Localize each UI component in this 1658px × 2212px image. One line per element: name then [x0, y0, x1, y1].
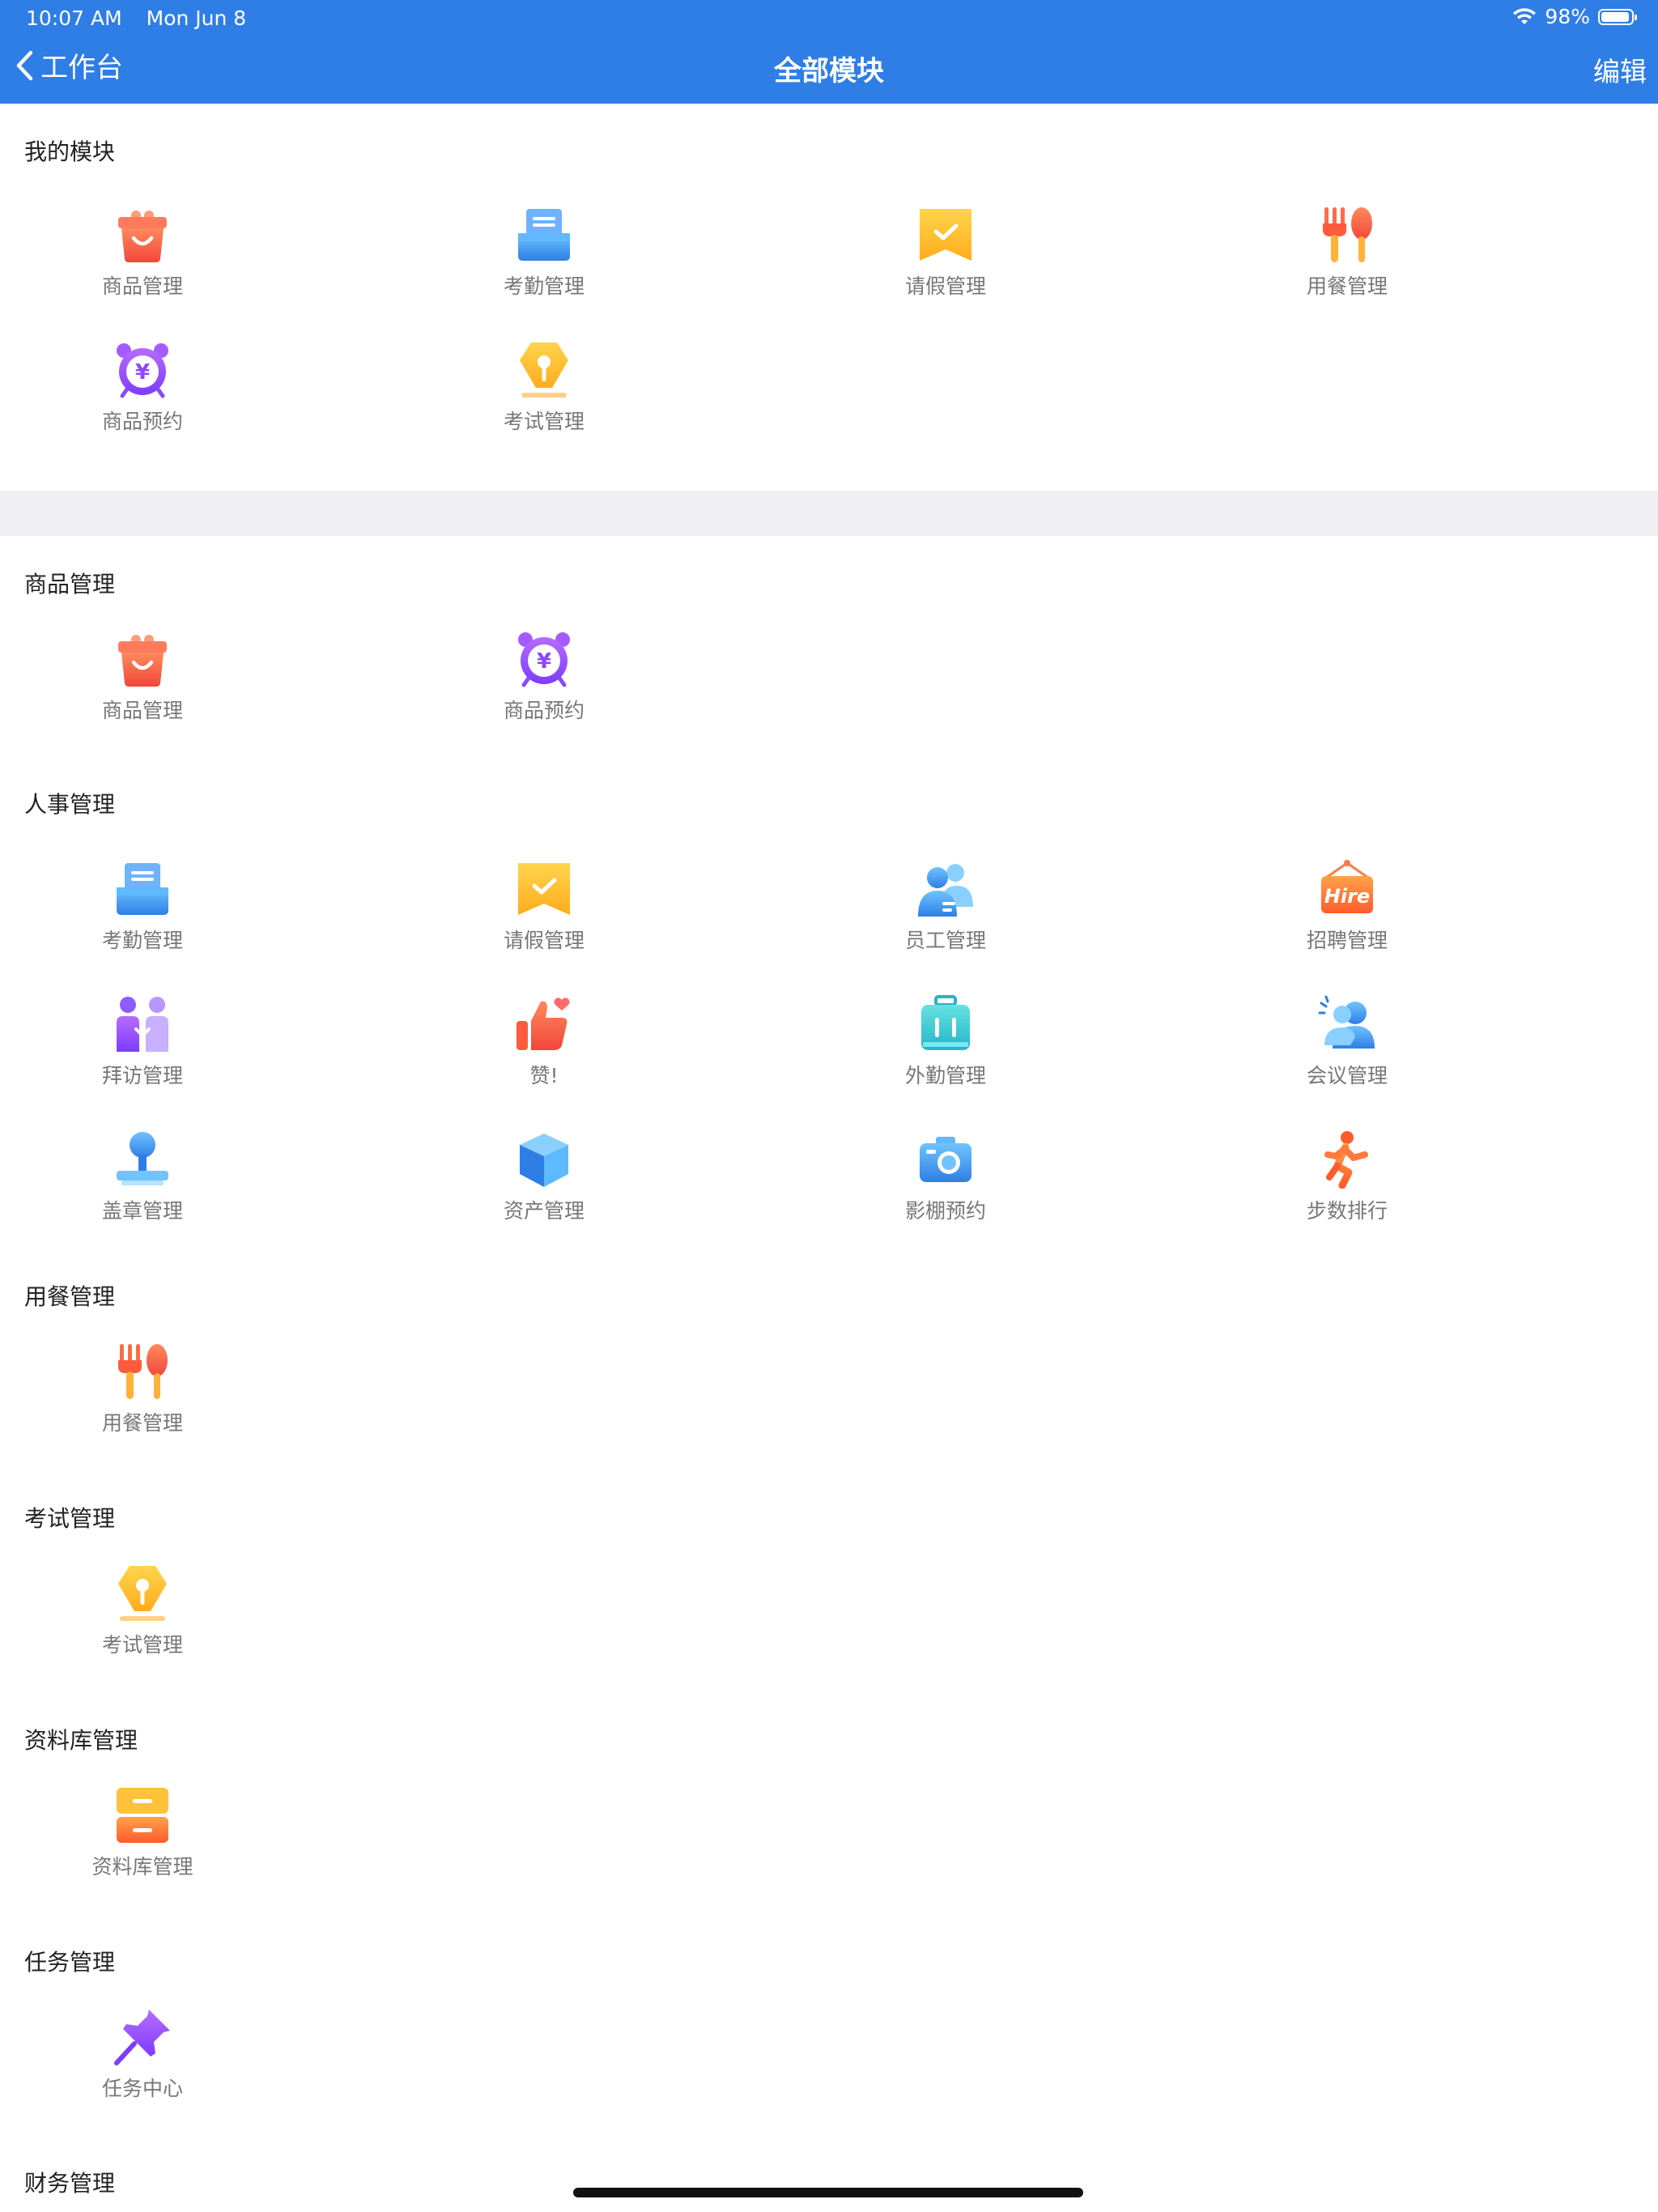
- section-title-goods: 商品管理: [24, 571, 116, 598]
- employees-icon: [916, 860, 975, 918]
- meeting-people-icon: [1318, 995, 1376, 1053]
- wifi-icon: [1513, 7, 1537, 24]
- file-cabinet-icon: [113, 1786, 172, 1844]
- module-label: 商品预约: [101, 410, 183, 433]
- running-person-icon: [1318, 1130, 1376, 1189]
- module-label: 请假管理: [904, 274, 986, 298]
- fork-spoon-icon: [1318, 206, 1376, 264]
- status-bar-left: 10:07 AM Mon Jun 8: [26, 6, 264, 30]
- cube-icon: [515, 1130, 573, 1189]
- module-label: 招聘管理: [1306, 929, 1388, 952]
- status-time: 10:07 AM: [26, 6, 122, 30]
- stamp-icon: [113, 1130, 172, 1189]
- module-item-visit-people[interactable]: 拜访管理: [62, 995, 223, 1089]
- module-item-thumbs-up[interactable]: 赞!: [463, 995, 625, 1089]
- suitcase-icon: [916, 995, 975, 1053]
- leave-ribbon-icon: [916, 206, 975, 264]
- yen-alarm-clock-icon: ¥: [113, 341, 172, 399]
- module-label: 外勤管理: [904, 1064, 986, 1087]
- section-divider: [0, 491, 1658, 536]
- battery-percent: 98%: [1545, 5, 1590, 28]
- pushpin-icon: [113, 2008, 172, 2066]
- module-item-running-person[interactable]: 步数排行: [1266, 1130, 1428, 1224]
- module-item-shopping-bag[interactable]: 商品管理: [62, 206, 223, 300]
- section-title-dining: 用餐管理: [24, 1283, 116, 1310]
- module-item-exam-pen-nib[interactable]: 考试管理: [463, 341, 625, 435]
- module-item-cube[interactable]: 资产管理: [463, 1130, 625, 1224]
- module-item-file-cabinet[interactable]: 资料库管理: [62, 1786, 223, 1880]
- module-item-yen-alarm-clock[interactable]: ¥ 商品预约: [62, 341, 223, 435]
- module-item-camera[interactable]: 影棚预约: [865, 1130, 1027, 1224]
- module-label: 用餐管理: [101, 1411, 183, 1435]
- section-title-my-modules: 我的模块: [24, 138, 116, 165]
- module-item-suitcase[interactable]: 外勤管理: [865, 995, 1027, 1089]
- module-item-yen-alarm-clock[interactable]: ¥ 商品预约: [463, 630, 625, 724]
- module-item-attendance-box[interactable]: 考勤管理: [62, 860, 223, 954]
- hire-sign-icon: Hire: [1318, 860, 1376, 918]
- module-item-attendance-box[interactable]: 考勤管理: [463, 206, 625, 300]
- home-indicator: [573, 2188, 1083, 2197]
- module-item-hire-sign[interactable]: Hire 招聘管理: [1266, 860, 1428, 954]
- module-item-leave-ribbon[interactable]: 请假管理: [463, 860, 625, 954]
- status-date: Mon Jun 8: [146, 6, 247, 30]
- module-item-fork-spoon[interactable]: 用餐管理: [1266, 206, 1428, 300]
- module-label: 商品管理: [101, 274, 183, 298]
- leave-ribbon-icon: [515, 860, 573, 918]
- module-item-shopping-bag[interactable]: 商品管理: [62, 630, 223, 724]
- module-label: 资产管理: [503, 1199, 585, 1223]
- fork-spoon-icon: [113, 1342, 172, 1401]
- section-title-tasks: 任务管理: [24, 1949, 116, 1976]
- module-label: 用餐管理: [1306, 274, 1388, 298]
- attendance-box-icon: [113, 860, 172, 918]
- module-label: 考试管理: [101, 1633, 183, 1657]
- exam-pen-nib-icon: [113, 1564, 172, 1623]
- page-title: 全部模块: [774, 55, 884, 87]
- module-item-exam-pen-nib[interactable]: 考试管理: [62, 1564, 223, 1658]
- module-label: 赞!: [529, 1064, 559, 1087]
- module-item-pushpin[interactable]: 任务中心: [62, 2008, 223, 2102]
- attendance-box-icon: [515, 206, 573, 264]
- edit-button[interactable]: 编辑: [1593, 50, 1647, 89]
- module-label: 盖章管理: [101, 1199, 183, 1223]
- module-label: 请假管理: [503, 929, 585, 952]
- section-title-hr: 人事管理: [24, 791, 116, 818]
- module-item-fork-spoon[interactable]: 用餐管理: [62, 1342, 223, 1436]
- status-bar-right: 98%: [1512, 5, 1637, 28]
- module-label: 会议管理: [1306, 1064, 1388, 1087]
- module-label: 考勤管理: [101, 929, 183, 952]
- exam-pen-nib-icon: [515, 341, 573, 399]
- module-label: 拜访管理: [101, 1064, 183, 1087]
- svg-text:Hire: Hire: [1324, 885, 1370, 908]
- section-title-finance: 财务管理: [24, 2170, 116, 2197]
- yen-alarm-clock-icon: ¥: [515, 630, 573, 688]
- module-item-meeting-people[interactable]: 会议管理: [1266, 995, 1428, 1089]
- module-label: 考试管理: [503, 410, 585, 433]
- module-label: 员工管理: [904, 929, 986, 952]
- module-item-leave-ribbon[interactable]: 请假管理: [865, 206, 1027, 300]
- module-item-stamp[interactable]: 盖章管理: [62, 1130, 223, 1224]
- section-title-library: 资料库管理: [24, 1727, 138, 1754]
- module-label: 商品管理: [101, 699, 183, 722]
- module-label: 资料库管理: [91, 1855, 193, 1878]
- battery-icon: [1598, 8, 1637, 25]
- module-label: 商品预约: [503, 699, 585, 722]
- navigation-bar: 10:07 AM Mon Jun 8 98% 工作台 全部模块 编辑: [0, 0, 1658, 104]
- module-label: 考勤管理: [503, 274, 585, 298]
- module-item-employees[interactable]: 员工管理: [865, 860, 1027, 954]
- svg-text:¥: ¥: [135, 360, 150, 385]
- module-label: 步数排行: [1306, 1199, 1388, 1223]
- module-label: 任务中心: [101, 2077, 183, 2100]
- section-title-exam: 考试管理: [24, 1505, 116, 1532]
- thumbs-up-icon: [515, 995, 573, 1053]
- camera-icon: [916, 1130, 975, 1189]
- visit-people-icon: [113, 995, 172, 1053]
- svg-text:¥: ¥: [537, 649, 551, 674]
- shopping-bag-icon: [113, 630, 172, 688]
- shopping-bag-icon: [113, 206, 172, 264]
- module-label: 影棚预约: [904, 1199, 986, 1223]
